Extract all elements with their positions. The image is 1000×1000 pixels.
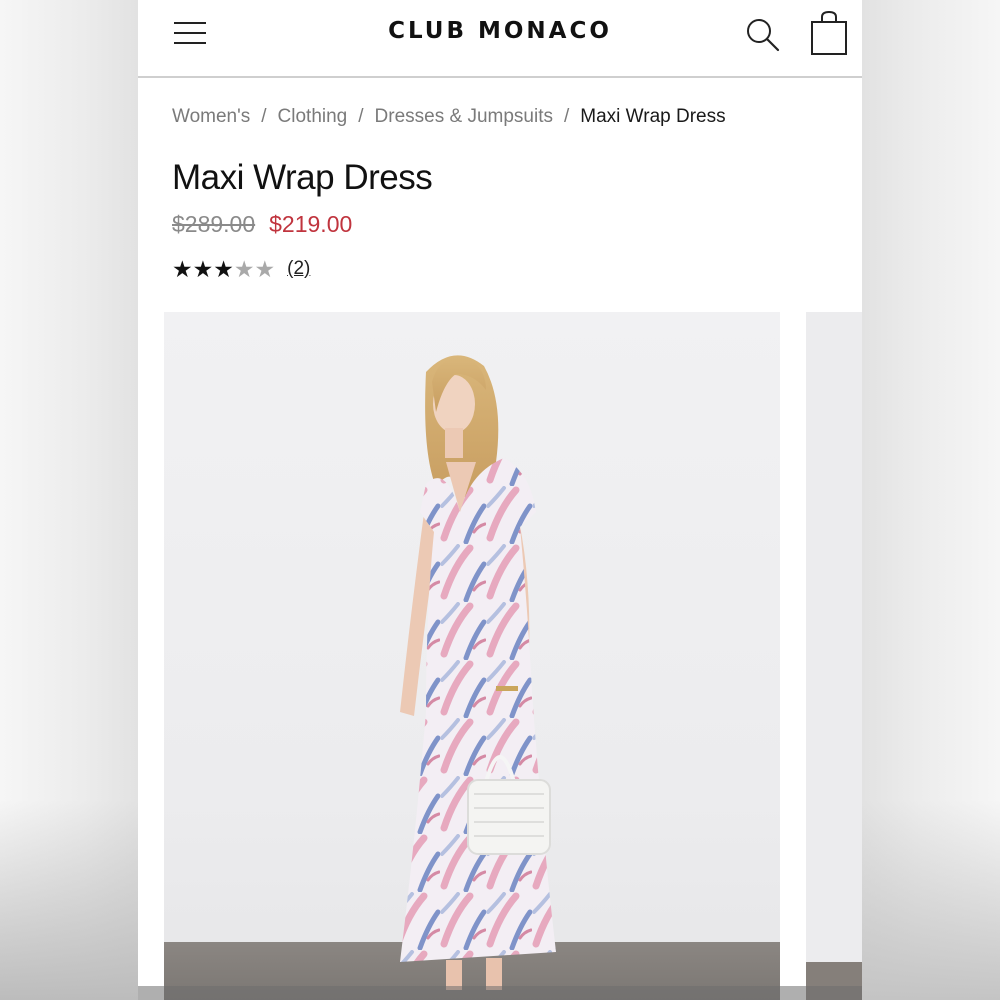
breadcrumb-separator: / xyxy=(358,106,364,127)
product-main-image[interactable] xyxy=(164,312,780,1000)
review-count-link[interactable]: (2) xyxy=(287,258,310,280)
price-row: $289.00 $219.00 xyxy=(172,211,352,238)
star-empty-icon: ★ xyxy=(254,256,276,282)
shopping-bag-icon[interactable] xyxy=(810,10,848,56)
rating-row[interactable]: ★ ★ ★ ★ ★ (2) xyxy=(172,257,310,281)
product-next-image[interactable] xyxy=(806,312,862,1000)
model-illustration xyxy=(400,355,556,990)
product-title: Maxi Wrap Dress xyxy=(172,158,433,197)
sale-price: $219.00 xyxy=(269,211,353,237)
breadcrumb-separator: / xyxy=(563,106,570,127)
star-filled-icon: ★ xyxy=(192,256,214,282)
background-left-shadow xyxy=(0,800,138,1000)
original-price: $289.00 xyxy=(172,211,256,237)
breadcrumb-clothing[interactable]: Clothing xyxy=(278,106,348,127)
search-icon[interactable] xyxy=(744,16,782,54)
bottom-scroll-bar xyxy=(138,986,862,1000)
background-right-shadow xyxy=(862,800,1000,1000)
star-filled-icon: ★ xyxy=(172,256,193,282)
product-page: CLUB MONACO Women's / Clothing / Dresses & J… xyxy=(138,0,862,1000)
star-filled-icon: ★ xyxy=(213,256,234,282)
breadcrumb-current: Maxi Wrap Dress xyxy=(580,106,726,127)
breadcrumb-womens[interactable]: Women's xyxy=(172,106,250,127)
breadcrumb: Women's / Clothing / Dresses & Jumpsuits / Max… xyxy=(172,106,726,128)
breadcrumb-separator: / xyxy=(261,106,267,127)
breadcrumb-dresses-jumpsuits[interactable]: Dresses & Jumpsuits xyxy=(375,106,553,127)
site-header: CLUB MONACO xyxy=(138,0,862,78)
star-empty-icon: ★ xyxy=(233,256,255,282)
